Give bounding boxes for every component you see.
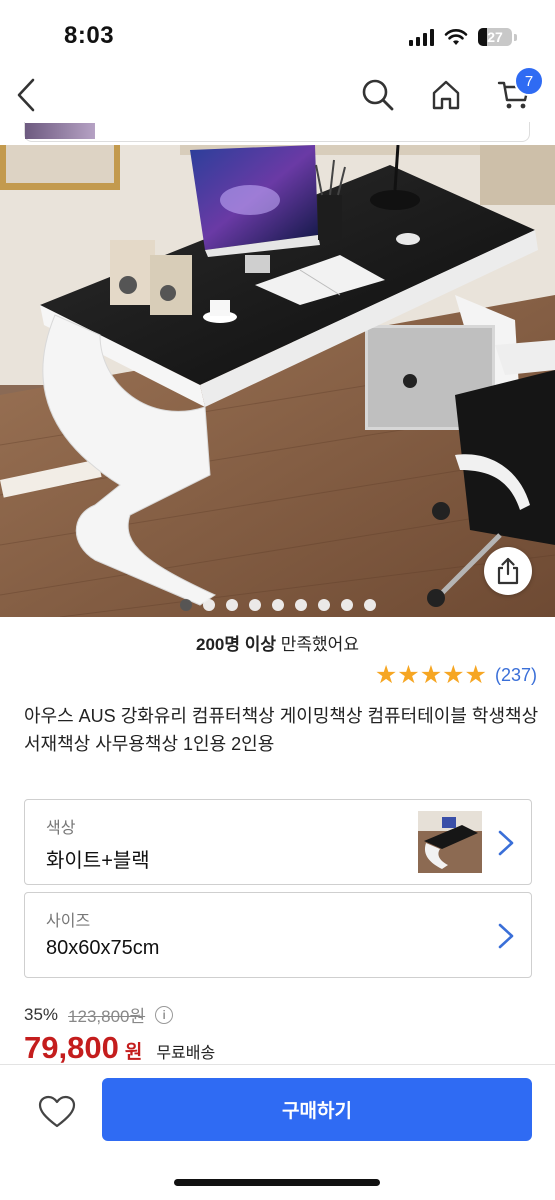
pagination-dot[interactable] [225, 599, 238, 611]
status-bar: 8:03 27 [0, 0, 555, 70]
product-title: 아우스 AUS 강화유리 컴퓨터책상 게이밍책상 컴퓨터테이블 학생책상 서재책… [24, 706, 539, 754]
star-icon: ★ [419, 661, 443, 689]
sub-header-thumbnail [25, 123, 95, 139]
home-icon [432, 80, 460, 110]
chevron-left-icon [17, 78, 35, 112]
desk-illustration [0, 145, 555, 617]
color-option-thumbnail [418, 811, 482, 873]
info-icon[interactable]: i [155, 1005, 174, 1024]
pagination-dot[interactable] [340, 599, 353, 611]
battery-icon: 27 [478, 28, 512, 46]
rating-summary[interactable]: ★★★★★ (237) [375, 661, 537, 689]
search-icon [362, 79, 394, 111]
satisfaction-text: 200명 이상 만족했어요 [0, 630, 555, 655]
review-count[interactable]: (237) [495, 665, 537, 686]
back-button[interactable] [4, 70, 48, 120]
shipping-info: 무료배송 [156, 1045, 216, 1062]
image-pagination [0, 599, 555, 611]
chevron-right-icon [498, 923, 514, 949]
wifi-icon [444, 29, 468, 45]
sale-price-row: 79,800 원 무료배송 [24, 1030, 215, 1066]
size-option-selector[interactable]: 사이즈 80x60x75cm [24, 892, 532, 978]
cellular-signal-icon [409, 28, 434, 46]
product-image[interactable] [0, 145, 555, 617]
battery-level: 27 [487, 29, 503, 45]
share-button[interactable] [484, 547, 532, 595]
color-option-value: 화이트+블랙 [46, 850, 150, 872]
wishlist-button[interactable] [36, 1091, 78, 1133]
pagination-dot[interactable] [363, 599, 376, 611]
share-icon [497, 557, 519, 585]
satisfaction-count: 200명 이상 [196, 635, 277, 654]
pagination-dot[interactable] [248, 599, 261, 611]
heart-icon [38, 1095, 76, 1128]
sale-price: 79,800 [24, 1030, 119, 1065]
cart-count-badge: 7 [514, 66, 544, 96]
star-icon: ★ [464, 661, 487, 689]
search-button[interactable] [356, 70, 400, 120]
battery-tip [514, 33, 517, 41]
top-nav: 7 [0, 66, 555, 130]
color-option-label: 색상 [46, 820, 76, 837]
chevron-right-icon [498, 830, 514, 856]
size-option-value: 80x60x75cm [46, 937, 160, 959]
star-icon: ★ [397, 661, 420, 689]
home-indicator [174, 1179, 380, 1186]
price-discount-row: 35% 123,800원 i [24, 1002, 174, 1027]
pagination-dot[interactable] [271, 599, 284, 611]
color-option-selector[interactable]: 색상 화이트+블랙 [24, 799, 532, 885]
rating-stars: ★★★★★ [375, 661, 487, 689]
status-time: 8:03 [64, 22, 115, 49]
home-button[interactable] [424, 70, 468, 120]
pagination-dot[interactable] [202, 599, 215, 611]
satisfaction-label: 만족했어요 [276, 635, 359, 654]
status-icons: 27 [409, 26, 517, 48]
size-option-label: 사이즈 [46, 913, 91, 930]
original-price: 123,800원 [68, 1007, 146, 1026]
sub-header-strip [24, 122, 530, 142]
pagination-dot[interactable] [317, 599, 330, 611]
pagination-dot[interactable] [179, 599, 192, 611]
cart-button[interactable]: 7 [492, 66, 544, 120]
buy-button[interactable]: 구매하기 [102, 1078, 532, 1141]
bottom-action-bar: 구매하기 [0, 1064, 555, 1200]
pagination-dot[interactable] [294, 599, 307, 611]
discount-rate: 35% [24, 1004, 59, 1024]
star-icon: ★ [374, 661, 398, 689]
currency-unit: 원 [124, 1042, 143, 1063]
star-icon: ★ [442, 661, 465, 689]
